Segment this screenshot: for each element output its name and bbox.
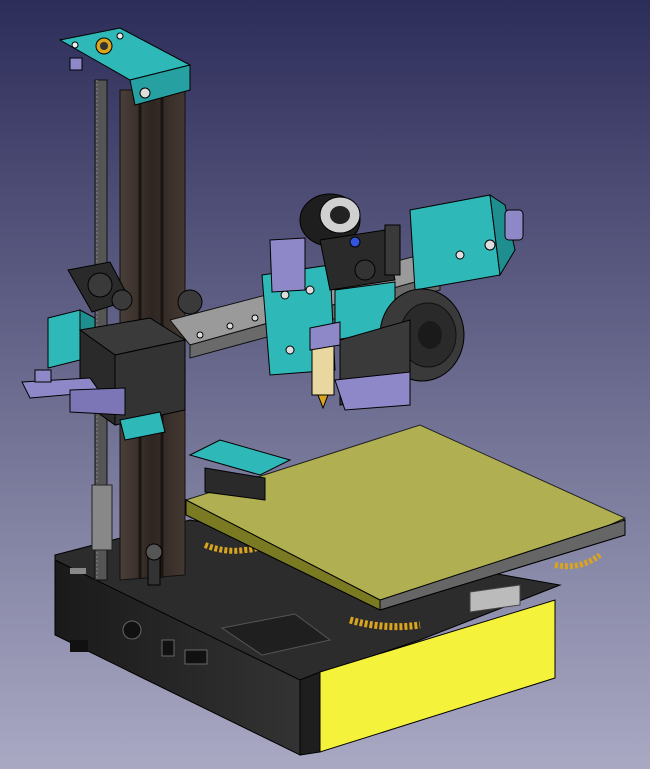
base-port-power — [184, 649, 208, 665]
base-port-usb — [161, 639, 175, 657]
base-label — [70, 568, 86, 574]
base-foot — [70, 640, 88, 652]
base-port-round — [122, 620, 142, 640]
3d-viewport[interactable] — [0, 0, 650, 769]
z-motor-coupler — [91, 484, 113, 551]
viewport-canvas[interactable] — [0, 0, 650, 769]
